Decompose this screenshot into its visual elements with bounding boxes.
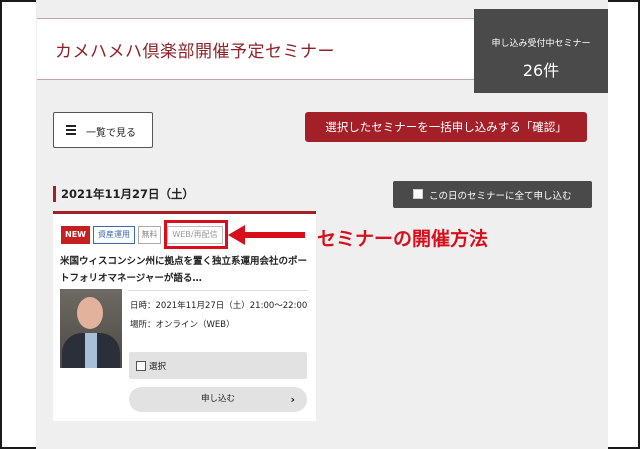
list-view-button[interactable]: 一覧で見る: [53, 112, 153, 148]
checkbox-icon: [413, 189, 423, 199]
select-seminar-checkbox[interactable]: 選択: [129, 352, 307, 379]
apply-button[interactable]: 申し込む ›: [129, 387, 307, 412]
annotation-highlight-box: [164, 220, 228, 249]
seminar-title-link[interactable]: 米国ウィスコンシン州に拠点を置く独立系運用会社のポートフォリオマネージャーが語る…: [60, 253, 310, 287]
tag-category: 資産運用: [93, 226, 135, 244]
seminar-place: 場所：オンライン（WEB）: [130, 320, 235, 330]
bulk-apply-button[interactable]: 選択したセミナーを一括申し込みする「確認」: [305, 112, 587, 142]
select-label: 選択: [149, 362, 167, 372]
photo-face: [77, 297, 103, 329]
tag-new: NEW: [61, 226, 90, 244]
info-divider: [128, 290, 308, 291]
apply-all-day-label: この日のセミナーに全て申し込む: [429, 191, 572, 202]
page-header: カメハメハ倶楽部開催予定セミナー: [37, 18, 474, 80]
speaker-photo: [60, 289, 122, 368]
count-value: 26件: [522, 61, 560, 80]
menu-icon: [66, 125, 76, 135]
count-label: 申し込み受付中セミナー: [491, 39, 591, 49]
annotation-arrow-line: [243, 232, 305, 238]
section-date: 2021年11月27日（土）: [61, 187, 195, 201]
chevron-right-icon: ›: [290, 393, 295, 406]
checkbox-icon: [136, 361, 146, 371]
annotation-text: セミナーの開催方法: [317, 228, 489, 250]
open-seminar-count-box: 申し込み受付中セミナー 26件: [474, 9, 608, 93]
apply-label: 申し込む: [200, 394, 235, 404]
apply-all-day-button[interactable]: この日のセミナーに全て申し込む: [393, 181, 592, 208]
date-accent-bar: [53, 186, 56, 202]
photo-shirt: [85, 333, 97, 368]
page-title: カメハメハ倶楽部開催予定セミナー: [55, 42, 335, 62]
tag-free: 無料: [138, 226, 161, 244]
seminar-datetime: 日時：2021年11月27日（土）21:00～22:00: [130, 301, 308, 311]
list-view-label: 一覧で見る: [86, 128, 136, 139]
